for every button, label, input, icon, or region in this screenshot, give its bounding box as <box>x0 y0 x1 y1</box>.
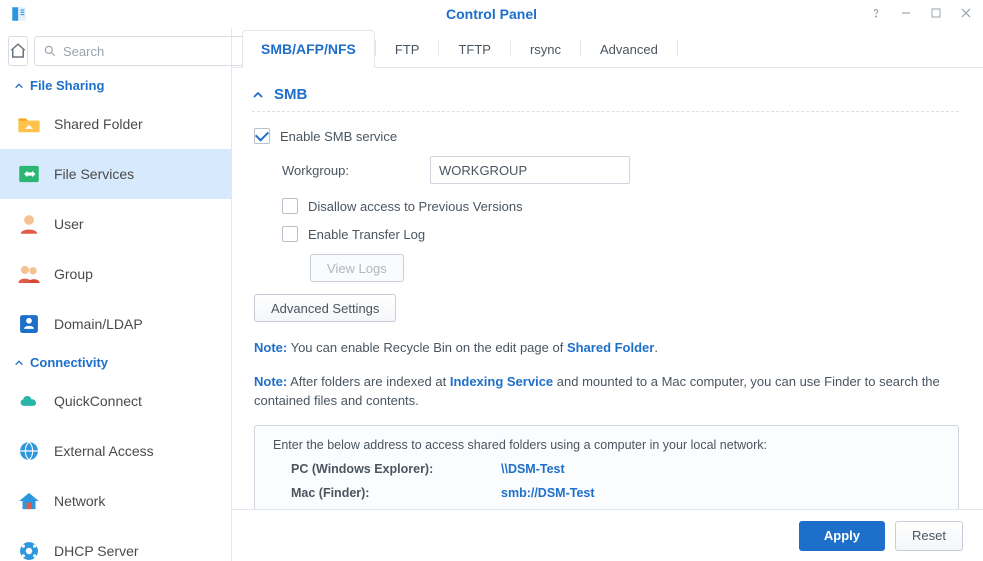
tab-bar: SMB/AFP/NFS FTP TFTP rsync Advanced <box>232 28 983 68</box>
pc-address-value: \\DSM-Test <box>501 462 565 476</box>
sidebar-item-dhcp-server[interactable]: DHCP Server <box>0 526 231 561</box>
home-button[interactable] <box>8 36 28 66</box>
enable-log-label: Enable Transfer Log <box>308 227 425 242</box>
tab-rsync[interactable]: rsync <box>511 31 580 67</box>
section-connectivity[interactable]: Connectivity <box>0 349 231 376</box>
workgroup-input[interactable] <box>430 156 630 184</box>
search-icon <box>43 44 57 58</box>
note-recycle-bin: Note: You can enable Recycle Bin on the … <box>254 338 959 358</box>
sidebar-item-label: External Access <box>54 443 154 459</box>
group-icon <box>16 261 42 287</box>
mac-address-label: Mac (Finder): <box>291 486 501 500</box>
sidebar-item-label: Group <box>54 266 93 282</box>
enable-smb-checkbox[interactable] <box>254 128 270 144</box>
tab-advanced[interactable]: Advanced <box>581 31 677 67</box>
cloud-icon <box>16 388 42 414</box>
sidebar-item-label: DHCP Server <box>54 543 139 559</box>
mac-address-value: smb://DSM-Test <box>501 486 595 500</box>
note-indexing: Note: After folders are indexed at Index… <box>254 372 959 411</box>
sidebar-item-network[interactable]: Network <box>0 476 231 526</box>
globe-icon <box>16 438 42 464</box>
chevron-up-icon <box>252 89 264 101</box>
window-title: Control Panel <box>0 6 983 22</box>
apply-button[interactable]: Apply <box>799 521 885 551</box>
search-box[interactable] <box>34 36 248 66</box>
access-address-box: Enter the below address to access shared… <box>254 425 959 510</box>
shared-folder-link[interactable]: Shared Folder <box>567 340 654 355</box>
search-input[interactable] <box>63 44 239 59</box>
network-icon <box>16 488 42 514</box>
sidebar-item-shared-folder[interactable]: Shared Folder <box>0 99 231 149</box>
help-button[interactable] <box>865 2 887 24</box>
view-logs-button[interactable]: View Logs <box>310 254 404 282</box>
tab-ftp[interactable]: FTP <box>376 31 439 67</box>
sidebar-item-user[interactable]: User <box>0 199 231 249</box>
smb-header-label: SMB <box>274 86 307 103</box>
domain-icon <box>16 311 42 337</box>
sidebar-item-label: File Services <box>54 166 134 182</box>
footer: Apply Reset <box>232 509 983 561</box>
sidebar-item-label: Shared Folder <box>54 116 143 132</box>
indexing-service-link[interactable]: Indexing Service <box>450 374 553 389</box>
pc-address-label: PC (Windows Explorer): <box>291 462 501 476</box>
infobox-intro: Enter the below address to access shared… <box>273 438 940 452</box>
section-file-sharing[interactable]: File Sharing <box>0 72 231 99</box>
content-area: SMB/AFP/NFS FTP TFTP rsync Advanced SMB … <box>232 28 983 561</box>
sidebar-item-domain-ldap[interactable]: Domain/LDAP <box>0 299 231 349</box>
chevron-up-icon <box>14 81 24 91</box>
section-label: File Sharing <box>30 78 104 93</box>
disallow-prev-label: Disallow access to Previous Versions <box>308 199 523 214</box>
close-button[interactable] <box>955 2 977 24</box>
minimize-button[interactable] <box>895 2 917 24</box>
user-icon <box>16 211 42 237</box>
sidebar: File Sharing Shared Folder File Services… <box>0 28 232 561</box>
tab-tftp[interactable]: TFTP <box>439 31 510 67</box>
enable-smb-label: Enable SMB service <box>280 129 397 144</box>
title-bar: Control Panel <box>0 0 983 28</box>
file-services-icon <box>16 161 42 187</box>
advanced-settings-button[interactable]: Advanced Settings <box>254 294 396 322</box>
workgroup-label: Workgroup: <box>282 163 430 178</box>
sidebar-item-file-services[interactable]: File Services <box>0 149 231 199</box>
sidebar-item-label: Network <box>54 493 105 509</box>
app-icon <box>0 0 38 28</box>
sidebar-item-label: User <box>54 216 84 232</box>
chevron-up-icon <box>14 358 24 368</box>
sidebar-item-external-access[interactable]: External Access <box>0 426 231 476</box>
sidebar-item-label: Domain/LDAP <box>54 316 143 332</box>
folder-share-icon <box>16 111 42 137</box>
sidebar-item-quickconnect[interactable]: QuickConnect <box>0 376 231 426</box>
enable-log-checkbox[interactable] <box>282 226 298 242</box>
sidebar-item-label: QuickConnect <box>54 393 142 409</box>
section-label: Connectivity <box>30 355 108 370</box>
smb-section-header[interactable]: SMB <box>252 86 959 112</box>
maximize-button[interactable] <box>925 2 947 24</box>
reset-button[interactable]: Reset <box>895 521 963 551</box>
dhcp-icon <box>16 538 42 561</box>
disallow-prev-checkbox[interactable] <box>282 198 298 214</box>
sidebar-item-group[interactable]: Group <box>0 249 231 299</box>
window-controls <box>865 2 977 24</box>
tab-smb-afp-nfs[interactable]: SMB/AFP/NFS <box>242 30 375 68</box>
